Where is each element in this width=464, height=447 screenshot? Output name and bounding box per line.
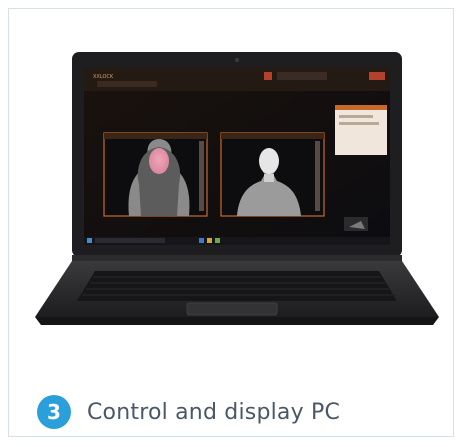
caption-text: Control and display PC	[87, 399, 341, 425]
touchpad	[186, 302, 278, 316]
step-number-badge: 3	[37, 395, 71, 429]
screen-app-name: XXLOCK	[93, 74, 114, 80]
caption: 3 Control and display PC	[37, 395, 340, 429]
laptop-photo: XXLOCK	[35, 52, 439, 325]
figure-card: XXLOCK 3 Control and display PC	[8, 8, 454, 437]
keyboard	[77, 271, 397, 301]
webcam	[235, 58, 239, 62]
